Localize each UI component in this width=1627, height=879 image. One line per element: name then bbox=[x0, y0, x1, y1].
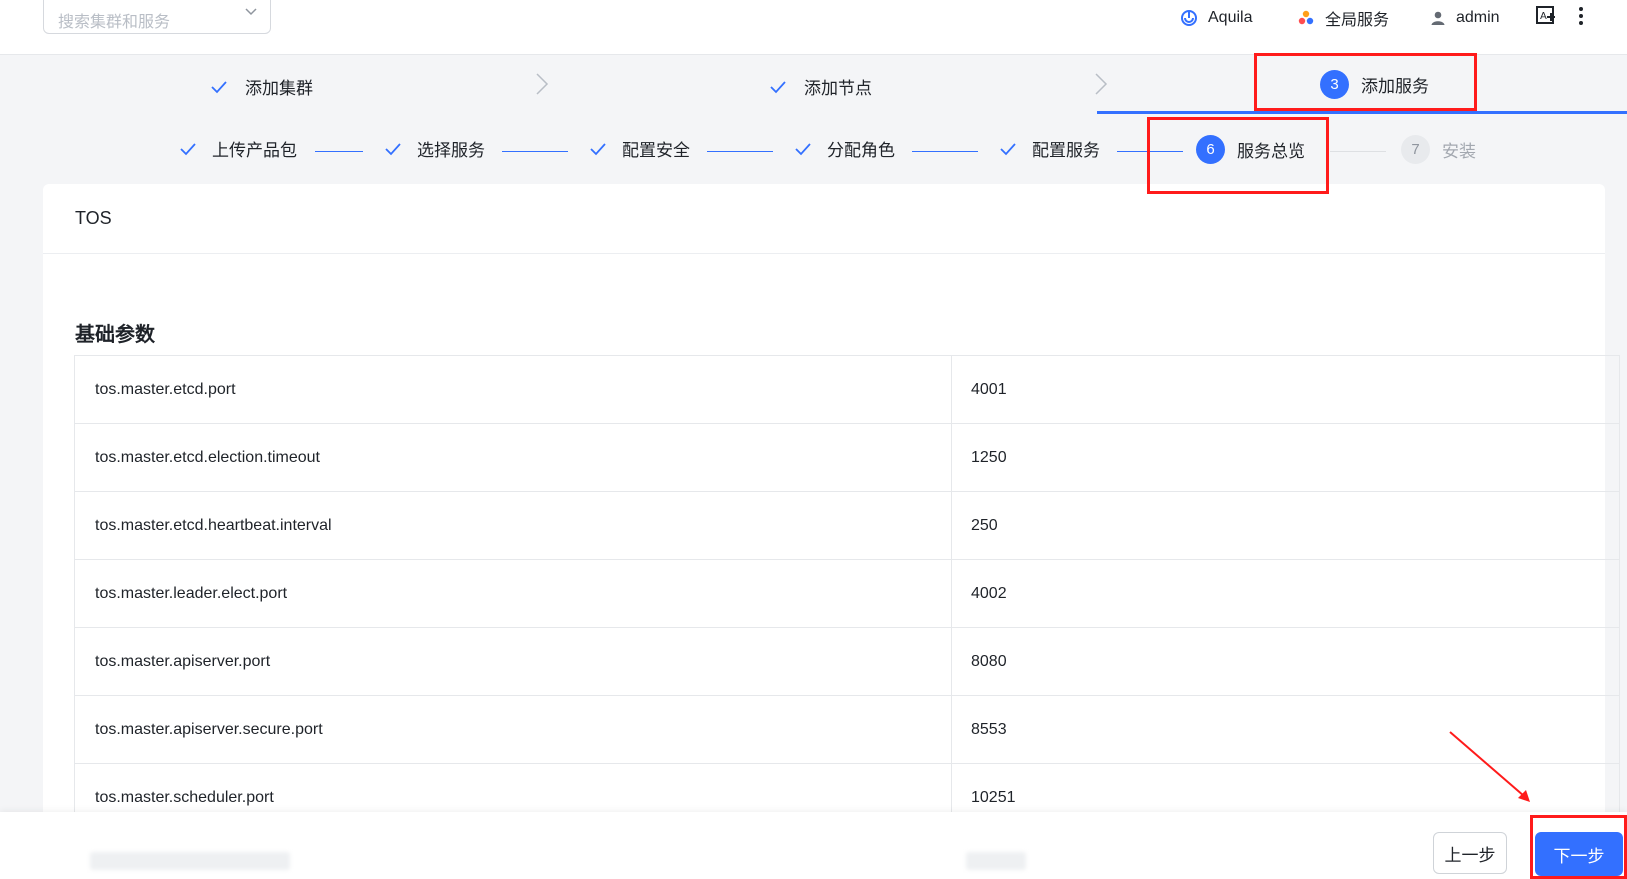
wizard-step-add-cluster[interactable]: 添加集群 bbox=[211, 74, 313, 99]
global-services-label: 全局服务 bbox=[1325, 12, 1390, 29]
more-vertical-icon bbox=[1578, 6, 1584, 31]
substep-label: 配置服务 bbox=[1032, 141, 1100, 160]
svg-text:A: A bbox=[1540, 11, 1547, 22]
table-row: tos.master.apiserver.secure.port 8553 bbox=[75, 696, 1619, 764]
param-value: 4002 bbox=[971, 585, 1007, 602]
highlight-box-next-button bbox=[1530, 815, 1627, 879]
substep-label: 配置安全 bbox=[622, 141, 690, 160]
column-divider bbox=[951, 424, 952, 491]
param-key: tos.master.etcd.heartbeat.interval bbox=[95, 517, 332, 534]
substep-configure-service[interactable]: 配置服务 bbox=[1000, 136, 1100, 161]
param-key: tos.master.scheduler.port bbox=[95, 789, 274, 806]
more-button[interactable] bbox=[1578, 6, 1584, 30]
column-divider bbox=[951, 696, 952, 763]
param-value: 8080 bbox=[971, 653, 1007, 670]
param-key: tos.master.apiserver.secure.port bbox=[95, 721, 323, 738]
wizard-step-label: 添加集群 bbox=[245, 79, 313, 98]
wizard-step-add-node[interactable]: 添加节点 bbox=[770, 74, 872, 99]
search-select[interactable]: 搜索集群和服务 bbox=[43, 0, 271, 34]
chevron-right-icon bbox=[1094, 72, 1108, 101]
highlight-box-service-overview bbox=[1147, 117, 1329, 194]
substep-install[interactable]: 7 安装 bbox=[1401, 135, 1476, 164]
step-connector bbox=[912, 151, 978, 152]
param-key: tos.master.leader.elect.port bbox=[95, 585, 288, 602]
top-bar: 搜索集群和服务 Aquila 全局服务 admin A bbox=[0, 0, 1627, 55]
highlight-box-add-service bbox=[1254, 53, 1477, 111]
previous-step-button[interactable]: 上一步 bbox=[1433, 832, 1507, 874]
obscured-row-value bbox=[966, 852, 1026, 870]
table-row: tos.master.etcd.election.timeout 1250 bbox=[75, 424, 1619, 492]
substep-label: 上传产品包 bbox=[212, 141, 297, 160]
chevron-right-icon bbox=[535, 72, 549, 101]
column-divider bbox=[951, 356, 952, 423]
check-icon bbox=[211, 80, 227, 94]
check-icon bbox=[590, 142, 606, 156]
check-icon bbox=[385, 142, 401, 156]
table-row: tos.master.etcd.heartbeat.interval 250 bbox=[75, 492, 1619, 560]
column-divider bbox=[951, 628, 952, 695]
column-divider bbox=[951, 492, 952, 559]
substep-configure-security[interactable]: 配置安全 bbox=[590, 136, 690, 161]
search-placeholder: 搜索集群和服务 bbox=[58, 14, 171, 31]
substep-select-service[interactable]: 选择服务 bbox=[385, 136, 485, 161]
param-key: tos.master.apiserver.port bbox=[95, 653, 271, 670]
cluster-switch[interactable]: Aquila bbox=[1180, 6, 1252, 30]
param-value: 250 bbox=[971, 517, 998, 534]
param-key: tos.master.etcd.port bbox=[95, 381, 236, 398]
section-title: 基础参数 bbox=[75, 324, 155, 346]
step-connector bbox=[1330, 151, 1386, 152]
global-services-menu[interactable]: 全局服务 bbox=[1297, 6, 1389, 30]
step-connector bbox=[315, 151, 363, 152]
chevron-down-icon bbox=[244, 5, 258, 24]
substep-assign-roles[interactable]: 分配角色 bbox=[795, 136, 895, 161]
step-number-badge: 7 bbox=[1401, 135, 1430, 164]
table-row: tos.master.apiserver.port 8080 bbox=[75, 628, 1619, 696]
global-services-icon bbox=[1297, 9, 1315, 27]
wizard-step-label: 添加节点 bbox=[804, 79, 872, 98]
active-step-underline bbox=[1097, 111, 1627, 114]
substep-label: 分配角色 bbox=[827, 141, 895, 160]
check-icon bbox=[1000, 142, 1016, 156]
column-divider bbox=[951, 560, 952, 627]
step-connector bbox=[502, 151, 568, 152]
param-value: 1250 bbox=[971, 449, 1007, 466]
check-icon bbox=[180, 142, 196, 156]
table-row: tos.master.etcd.port 4001 bbox=[75, 356, 1619, 424]
param-value: 8553 bbox=[971, 721, 1007, 738]
param-key: tos.master.etcd.election.timeout bbox=[95, 449, 320, 466]
language-button[interactable]: A bbox=[1535, 5, 1557, 32]
param-value: 10251 bbox=[971, 789, 1016, 806]
user-menu[interactable]: admin bbox=[1430, 6, 1500, 30]
substep-label: 安装 bbox=[1442, 142, 1476, 161]
table-row: tos.master.leader.elect.port 4002 bbox=[75, 560, 1619, 628]
cluster-name: Aquila bbox=[1208, 9, 1253, 26]
step-connector bbox=[707, 151, 773, 152]
divider bbox=[43, 253, 1605, 254]
params-table: tos.master.etcd.port 4001 tos.master.etc… bbox=[74, 355, 1620, 832]
check-icon bbox=[770, 80, 786, 94]
substep-upload-package[interactable]: 上传产品包 bbox=[180, 136, 297, 161]
param-value: 4001 bbox=[971, 381, 1007, 398]
service-card: TOS 基础参数 tos.master.etcd.port 4001 tos.m… bbox=[43, 184, 1620, 879]
translate-icon: A bbox=[1535, 5, 1557, 32]
check-icon bbox=[795, 142, 811, 156]
user-name: admin bbox=[1456, 9, 1500, 26]
substep-label: 选择服务 bbox=[417, 141, 485, 160]
user-icon bbox=[1430, 10, 1446, 26]
card-title: TOS bbox=[75, 208, 112, 228]
obscured-row-key bbox=[90, 852, 290, 870]
cluster-icon bbox=[1180, 9, 1198, 27]
annotation-arrow-icon bbox=[1449, 731, 1530, 802]
